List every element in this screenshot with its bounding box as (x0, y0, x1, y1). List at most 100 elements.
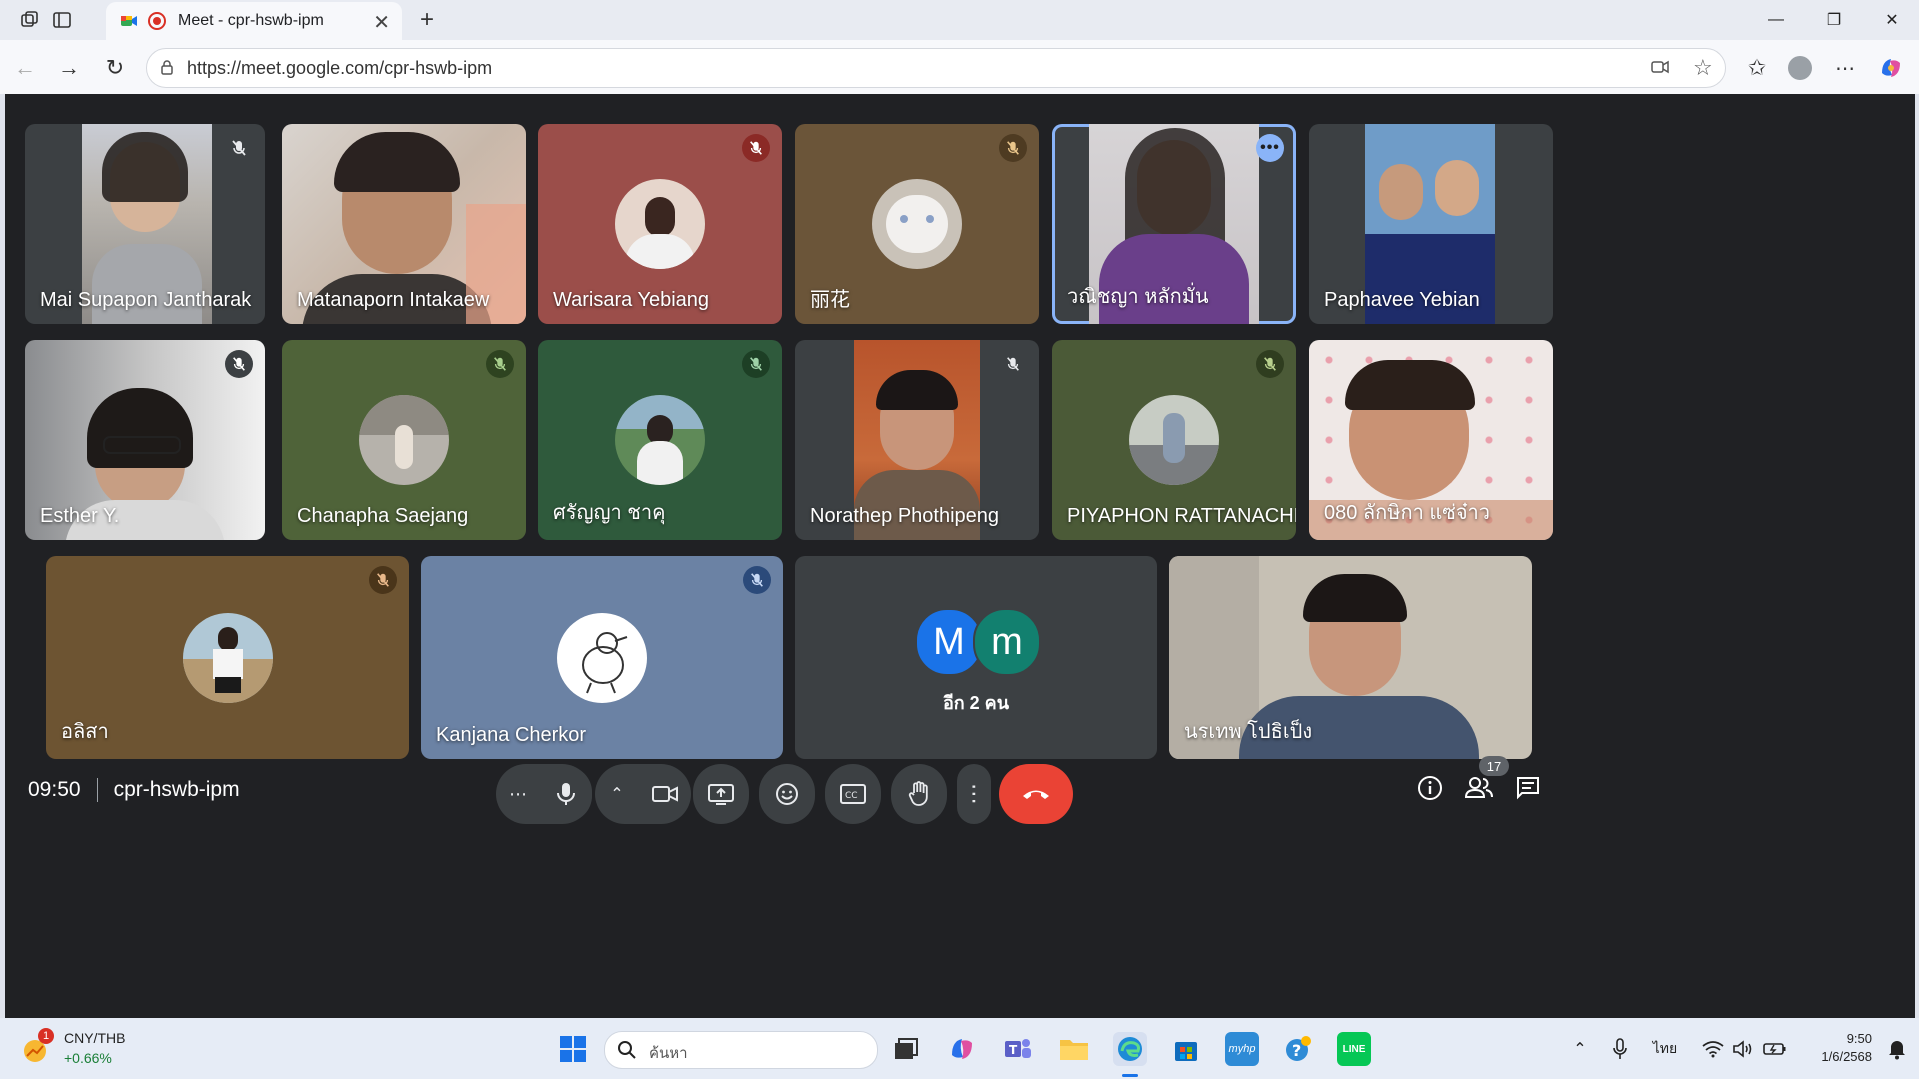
participant-avatar (557, 612, 647, 703)
present-button[interactable] (693, 764, 749, 824)
participant-tile[interactable]: Kanjana Cherkor (421, 556, 783, 759)
restore-button[interactable]: ❐ (1814, 4, 1854, 36)
wifi-icon[interactable] (1696, 1032, 1730, 1066)
reactions-button[interactable] (759, 764, 815, 824)
microphone-tray-icon[interactable] (1603, 1032, 1637, 1066)
participant-tile[interactable]: Mai Supapon Jantharak (25, 124, 265, 324)
others-count-label: อีก 2 คน (942, 693, 1010, 713)
clock[interactable]: 9:50 1/6/2568 (1788, 1030, 1872, 1066)
widget-badge: 1 (38, 1028, 54, 1044)
participant-tile[interactable]: Matanaporn Intakaew (282, 124, 526, 324)
meeting-details-button[interactable] (1406, 764, 1454, 812)
other-avatar-2: m (973, 608, 1041, 676)
store-icon[interactable] (1169, 1032, 1203, 1066)
participant-name: 丽花 (810, 289, 850, 311)
reload-button[interactable]: ↻ (100, 53, 130, 83)
camera-button[interactable] (639, 784, 691, 804)
others-tile[interactable]: M m อีก 2 คน (795, 556, 1157, 759)
svg-text:?: ? (1292, 1041, 1301, 1060)
forward-button[interactable]: → (54, 53, 84, 83)
meet-stage: Mai Supapon Jantharak Matanaporn Intakae… (5, 94, 1915, 1018)
meeting-info: 09:50 cpr-hswb-ipm (28, 778, 240, 802)
participant-name: Chanapha Saejang (297, 505, 469, 527)
participant-tile[interactable]: Paphavee Yebian (1309, 124, 1553, 324)
tab-strip: Meet - cpr-hswb-ipm ✕ + — ❐ ✕ (0, 0, 1919, 40)
clock-date: 1/6/2568 (1821, 1049, 1872, 1064)
more-options-button[interactable]: ⋯ (957, 764, 991, 824)
participant-tile[interactable]: 080 ลักษิกา แซ่จ๋าว (1309, 340, 1553, 540)
mic-muted-icon (1256, 350, 1284, 378)
task-view-icon[interactable] (889, 1032, 923, 1066)
close-window-button[interactable]: ✕ (1872, 4, 1912, 36)
address-toolbar: ← → ↻ https://meet.google.com/cpr-hswb-i… (0, 40, 1919, 94)
back-button[interactable]: ← (10, 53, 40, 83)
chat-button[interactable] (1504, 764, 1552, 812)
url-text: https://meet.google.com/cpr-hswb-ipm (187, 58, 493, 78)
participant-name: Warisara Yebiang (553, 289, 710, 311)
edge-icon[interactable] (1113, 1032, 1147, 1066)
raise-hand-button[interactable] (891, 764, 947, 824)
favorite-star-icon[interactable]: ☆ (1693, 55, 1713, 81)
line-icon[interactable]: LINE (1337, 1032, 1371, 1066)
site-info-icon[interactable] (159, 59, 175, 80)
profile-avatar[interactable] (1785, 53, 1815, 83)
input-language[interactable]: ไทย (1648, 1032, 1682, 1066)
mic-muted-icon (999, 134, 1027, 162)
tab-title: Meet - cpr-hswb-ipm (178, 12, 324, 29)
taskbar-search[interactable]: ค้นหา (604, 1031, 878, 1069)
camera-in-use-icon[interactable] (1651, 59, 1669, 80)
widget-ticker: CNY/THB (64, 1030, 126, 1046)
participant-tile[interactable]: Chanapha Saejang (282, 340, 526, 540)
battery-icon[interactable] (1758, 1032, 1792, 1066)
participant-tile[interactable]: อลิสา (46, 556, 409, 759)
recording-icon (148, 12, 166, 30)
more-menu-icon[interactable]: ⋯ (1830, 53, 1860, 83)
more-options-icon[interactable]: ••• (1256, 134, 1284, 162)
separator (96, 778, 98, 802)
captions-button[interactable]: CC (825, 764, 881, 824)
participant-tile[interactable]: Warisara Yebiang (538, 124, 782, 324)
tab-close-icon[interactable]: ✕ (373, 10, 390, 35)
show-hidden-icons[interactable]: ⌃ (1563, 1032, 1597, 1066)
video-options-button[interactable]: ⌃ (595, 784, 639, 804)
participant-avatar (359, 395, 449, 485)
participant-tile[interactable]: Esther Y. (25, 340, 265, 540)
file-explorer-icon[interactable] (1057, 1032, 1091, 1066)
minimize-button[interactable]: — (1756, 4, 1796, 36)
participant-name: วณิชญา หลักมั่น (1067, 286, 1209, 308)
participant-tile[interactable]: Norathep Phothipeng (795, 340, 1039, 540)
active-app-indicator (1122, 1074, 1138, 1077)
favorites-icon[interactable]: ✩ (1742, 53, 1772, 83)
participant-name: นรเทพ โปธิเป็ง (1184, 721, 1313, 743)
vertical-tabs-icon[interactable] (50, 8, 74, 32)
new-tab-button[interactable]: + (415, 6, 439, 33)
weather-widget[interactable]: 1 CNY/THB +0.66% (22, 1028, 132, 1072)
participant-name: ศรัญญา ชาคุ (553, 502, 666, 524)
start-icon[interactable] (556, 1032, 590, 1066)
participant-tile-speaking[interactable]: ••• วณิชญา หลักมั่น (1052, 124, 1296, 324)
mic-muted-icon (369, 566, 397, 594)
end-call-button[interactable] (999, 764, 1073, 824)
get-help-icon[interactable]: ? (1281, 1032, 1315, 1066)
myhp-icon[interactable]: myhp (1225, 1032, 1259, 1066)
copilot-taskbar-icon[interactable] (945, 1032, 979, 1066)
mic-muted-icon (742, 350, 770, 378)
address-bar[interactable]: https://meet.google.com/cpr-hswb-ipm ☆ (146, 48, 1726, 88)
volume-icon[interactable] (1726, 1032, 1760, 1066)
participant-avatar (182, 612, 273, 703)
participant-tile[interactable]: ศรัญญา ชาคุ (538, 340, 782, 540)
meeting-code: cpr-hswb-ipm (113, 778, 240, 801)
mic-button[interactable] (540, 766, 592, 822)
teams-icon[interactable]: T (1001, 1032, 1035, 1066)
participant-name: PIYAPHON RATTANACHM... (1067, 505, 1296, 527)
notification-icon[interactable] (1880, 1032, 1914, 1066)
audio-options-button[interactable]: ⋯ (496, 784, 540, 805)
workspaces-icon[interactable] (18, 8, 42, 32)
participant-tile[interactable]: นรเทพ โปธิเป็ง (1169, 556, 1532, 759)
participant-tile[interactable]: 丽花 (795, 124, 1039, 324)
participant-tile[interactable]: PIYAPHON RATTANACHM... (1052, 340, 1296, 540)
copilot-icon[interactable] (1876, 53, 1906, 83)
participant-avatar (872, 179, 962, 269)
active-tab[interactable]: Meet - cpr-hswb-ipm ✕ (106, 2, 402, 40)
participant-name: Esther Y. (40, 505, 120, 527)
